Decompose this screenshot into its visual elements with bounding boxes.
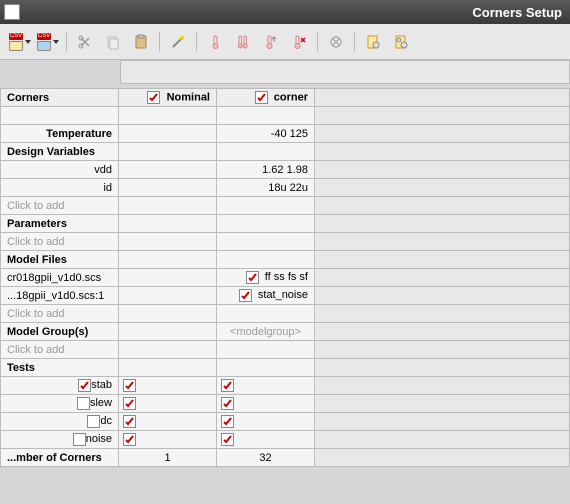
corners-header: Corners — [1, 89, 119, 107]
model-groups-header: Model Group(s) — [1, 323, 119, 341]
thermo-multi-icon[interactable] — [231, 30, 255, 54]
window-icon — [4, 4, 20, 20]
csv-open-icon[interactable]: CSV — [8, 30, 32, 54]
toolbar-separator — [66, 32, 67, 52]
window-title: Corners Setup — [28, 5, 566, 20]
checkbox-icon[interactable] — [123, 397, 136, 410]
checkbox-icon[interactable] — [221, 397, 234, 410]
checkbox-icon[interactable] — [123, 433, 136, 446]
test-dc-label: dc — [100, 415, 112, 427]
temperature-label: Temperature — [1, 125, 119, 143]
wand-icon[interactable] — [166, 30, 190, 54]
checkbox-icon[interactable] — [147, 91, 160, 104]
model-file-row: ...18gpii_v1d0.scs:1 stat_noise — [1, 287, 570, 305]
temperature-cell[interactable]: -40 125 — [217, 125, 315, 143]
checkbox-icon[interactable] — [239, 289, 252, 302]
design-variables-header: Design Variables — [1, 143, 119, 161]
mf2-cell: stat_noise — [258, 289, 308, 301]
checkbox-icon[interactable] — [77, 397, 90, 410]
checkbox-icon[interactable] — [123, 379, 136, 392]
corner-label: corner — [274, 91, 308, 103]
checkbox-icon[interactable] — [87, 415, 100, 428]
id-row: id 18u 22u — [1, 179, 570, 197]
toolbar-separator — [159, 32, 160, 52]
temperature-row: Temperature -40 125 — [1, 125, 570, 143]
checkbox-icon[interactable] — [78, 379, 91, 392]
titlebar: Corners Setup — [0, 0, 570, 24]
paste-icon[interactable] — [129, 30, 153, 54]
footer-row: ...mber of Corners 1 32 — [1, 449, 570, 467]
test-row: slew — [1, 395, 570, 413]
checkbox-icon[interactable] — [123, 415, 136, 428]
test-stab-label: stab — [91, 379, 112, 391]
vdd-label: vdd — [1, 161, 119, 179]
num-nominal-cell: 1 — [119, 449, 217, 467]
test-noise-label: noise — [86, 433, 112, 445]
test-row: stab — [1, 377, 570, 395]
nominal-label: Nominal — [167, 91, 210, 103]
checkbox-icon[interactable] — [246, 271, 259, 284]
test-row: noise — [1, 431, 570, 449]
corners-table: Corners Nominal corner Temperature -40 1… — [0, 88, 570, 467]
checkbox-icon[interactable] — [73, 433, 86, 446]
click-to-add[interactable]: Click to add — [1, 197, 119, 215]
id-label: id — [1, 179, 119, 197]
num-corners-label: ...mber of Corners — [1, 449, 119, 467]
tests-header: Tests — [1, 359, 119, 377]
gear-doc2-icon[interactable] — [389, 30, 413, 54]
copy-icon[interactable] — [101, 30, 125, 54]
toolbar-separator — [196, 32, 197, 52]
click-to-add[interactable]: Click to add — [1, 305, 119, 323]
checkbox-icon[interactable] — [221, 433, 234, 446]
click-to-add[interactable]: Click to add — [1, 233, 119, 251]
click-to-add[interactable]: Click to add — [1, 341, 119, 359]
scissors-icon[interactable] — [73, 30, 97, 54]
model-files-header: Model Files — [1, 251, 119, 269]
mf1-label: cr018gpii_v1d0.scs — [1, 269, 119, 287]
mf1-cell: ff ss fs sf — [265, 271, 308, 283]
chevron-down-icon — [25, 40, 31, 44]
toolbar-separator — [354, 32, 355, 52]
test-slew-label: slew — [90, 397, 112, 409]
nominal-header[interactable]: Nominal — [119, 89, 217, 107]
thermo-up-icon[interactable] — [259, 30, 283, 54]
empty-toolbar-strip — [120, 60, 570, 84]
checkbox-icon[interactable] — [221, 379, 234, 392]
toolbar: CSV CSV — [0, 24, 570, 60]
csv-save-icon[interactable]: CSV — [36, 30, 60, 54]
checkbox-icon[interactable] — [255, 91, 268, 104]
vdd-row: vdd 1.62 1.98 — [1, 161, 570, 179]
corner-header[interactable]: corner — [217, 89, 315, 107]
chevron-down-icon — [53, 40, 59, 44]
mf2-label: ...18gpii_v1d0.scs:1 — [1, 287, 119, 305]
num-corner-cell: 32 — [217, 449, 315, 467]
vdd-cell[interactable]: 1.62 1.98 — [217, 161, 315, 179]
variable-icon[interactable] — [324, 30, 348, 54]
parameters-header: Parameters — [1, 215, 119, 233]
modelgroup-placeholder[interactable]: <modelgroup> — [217, 323, 315, 341]
checkbox-icon[interactable] — [221, 415, 234, 428]
header-row: Corners Nominal corner — [1, 89, 570, 107]
model-file-row: cr018gpii_v1d0.scs ff ss fs sf — [1, 269, 570, 287]
thermo-add-icon[interactable] — [203, 30, 227, 54]
test-row: dc — [1, 413, 570, 431]
thermo-del-icon[interactable] — [287, 30, 311, 54]
id-cell[interactable]: 18u 22u — [217, 179, 315, 197]
toolbar-separator — [317, 32, 318, 52]
gear-doc-icon[interactable] — [361, 30, 385, 54]
